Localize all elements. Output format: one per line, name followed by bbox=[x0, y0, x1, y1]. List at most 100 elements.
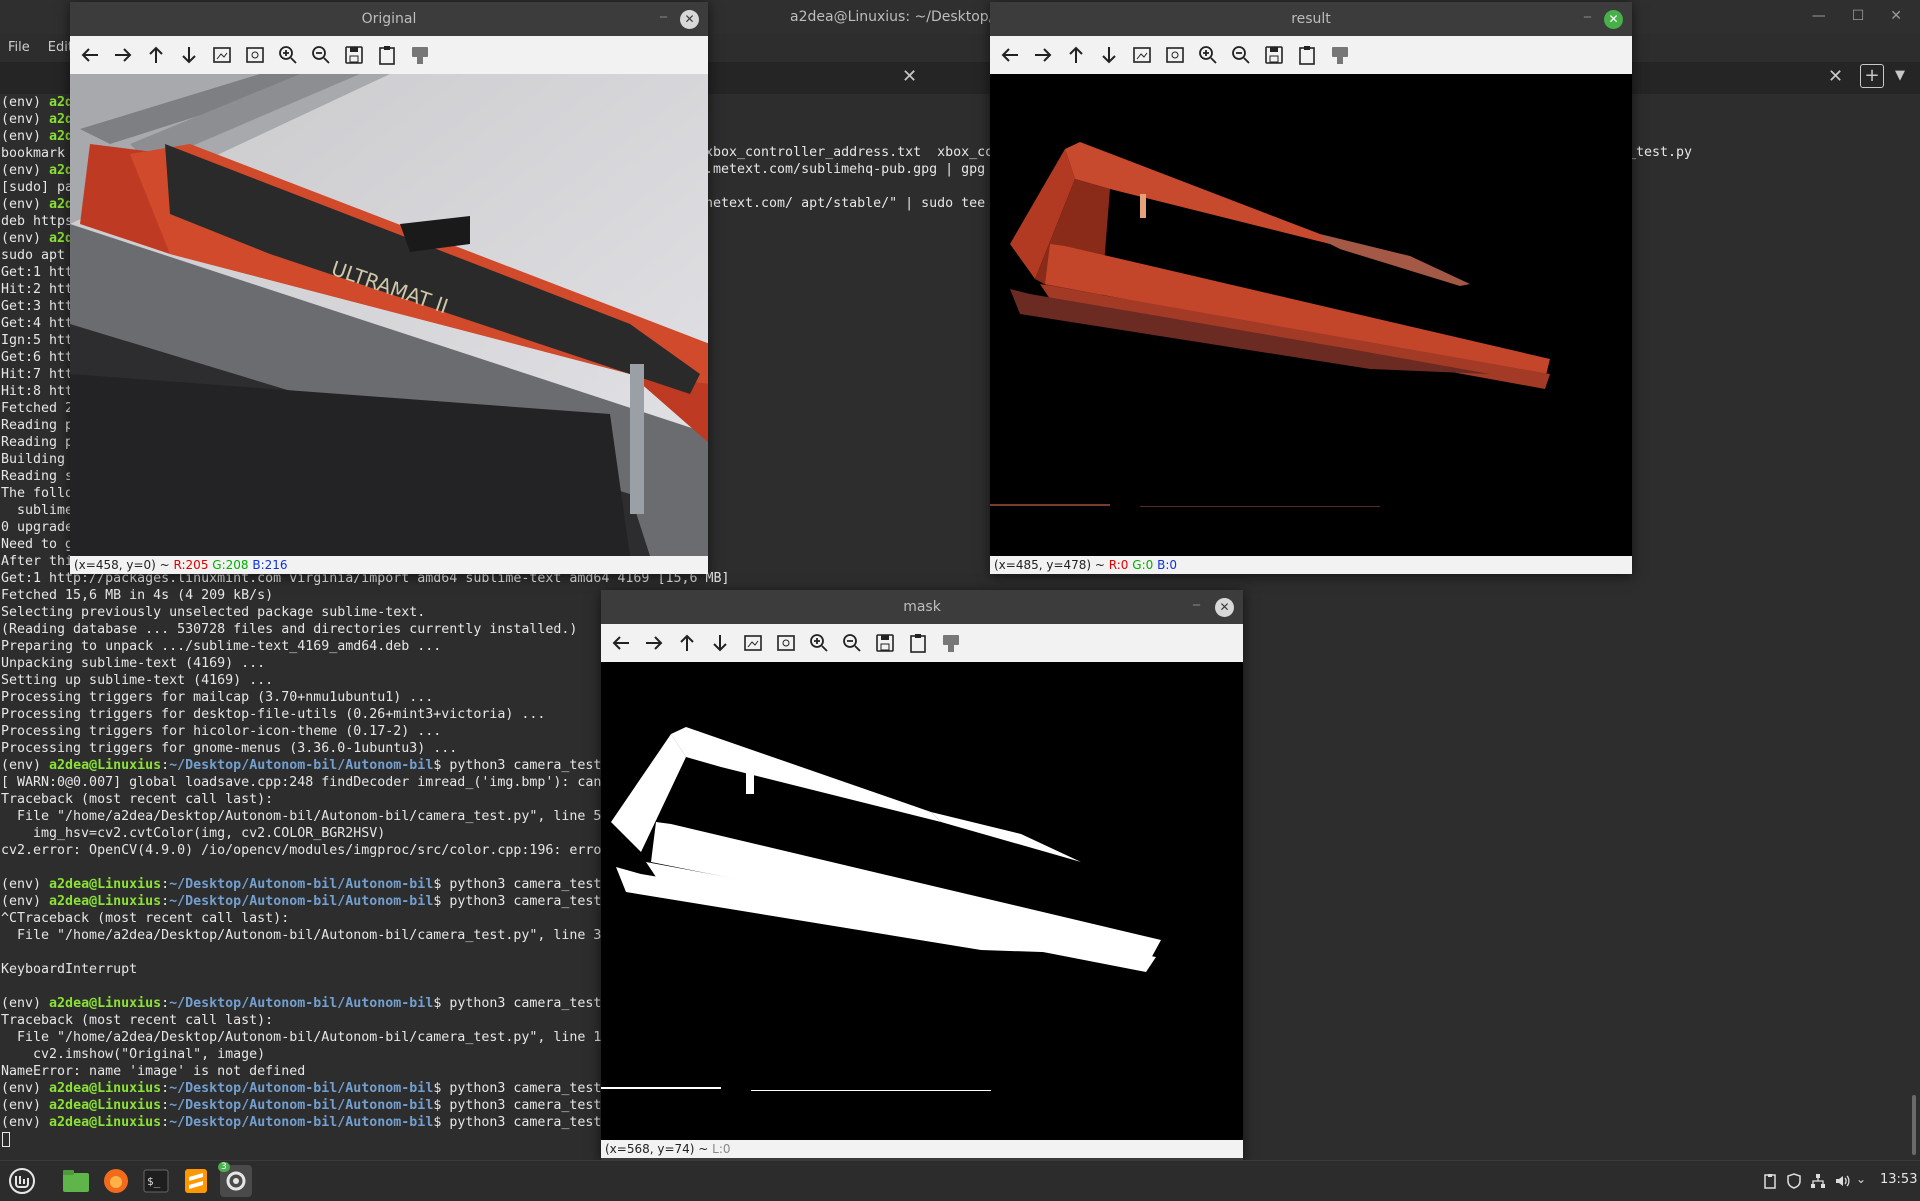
arrow-left-icon[interactable] bbox=[996, 41, 1024, 69]
save-icon[interactable] bbox=[340, 41, 368, 69]
close-icon[interactable]: ✕ bbox=[1215, 598, 1234, 617]
opencv-app-icon[interactable]: 3 bbox=[218, 1162, 252, 1197]
result-statusbar: (x=485, y=478) ~ R:0 G:0 B:0 bbox=[990, 556, 1632, 574]
properties-icon[interactable] bbox=[1326, 41, 1354, 69]
tab-close-icon[interactable]: ✕ bbox=[1828, 66, 1843, 87]
menu-icon[interactable] bbox=[6, 1165, 38, 1197]
terminal-line: (env) a2d bbox=[1, 95, 74, 110]
volume-icon[interactable] bbox=[1834, 1173, 1850, 1189]
original-titlebar[interactable]: Original bbox=[70, 2, 708, 36]
terminal-line: After thi bbox=[1, 554, 74, 569]
terminal-line: (env) a2d bbox=[1, 163, 74, 178]
shield-icon[interactable] bbox=[1786, 1173, 1802, 1189]
terminal-line: sublime bbox=[1, 503, 74, 518]
files-icon[interactable] bbox=[60, 1165, 92, 1197]
close-icon[interactable]: ✕ bbox=[680, 10, 699, 29]
zoom-fit-icon[interactable] bbox=[1128, 41, 1156, 69]
chevron-down-icon[interactable]: ⌄ bbox=[1856, 1172, 1872, 1188]
terminal-line: Reading s bbox=[1, 469, 74, 484]
result-window: result _ ✕ (x=485, y=478) ~ R:0 G:0 B:0 bbox=[990, 2, 1632, 574]
terminal-line: bookmark bbox=[1, 146, 66, 161]
terminal-line: Fetched 2 bbox=[1, 401, 74, 416]
terminal-line: Building bbox=[1, 452, 66, 467]
terminal-window-controls: — ☐ ✕ bbox=[1812, 8, 1902, 24]
terminal-line: Need to g bbox=[1, 537, 74, 552]
zoom-fit-icon[interactable] bbox=[208, 41, 236, 69]
mask-window: mask _ ✕ (x=568, y=74) ~ L:0 bbox=[601, 590, 1243, 1162]
copy-clipboard-icon[interactable] bbox=[904, 629, 932, 657]
terminal-line: Get:1 htt bbox=[1, 265, 74, 280]
terminal-line: Hit:7 htt bbox=[1, 367, 74, 382]
zoom-original-icon[interactable] bbox=[772, 629, 800, 657]
arrow-up-icon[interactable] bbox=[673, 629, 701, 657]
save-icon[interactable] bbox=[871, 629, 899, 657]
sublime-text-icon[interactable] bbox=[180, 1165, 212, 1197]
zoom-out-icon[interactable] bbox=[307, 41, 335, 69]
zoom-out-icon[interactable] bbox=[1227, 41, 1255, 69]
arrow-right-icon[interactable] bbox=[640, 629, 668, 657]
properties-icon[interactable] bbox=[937, 629, 965, 657]
arrow-down-icon[interactable] bbox=[706, 629, 734, 657]
arrow-up-icon[interactable] bbox=[1062, 41, 1090, 69]
terminal-line: Reading p bbox=[1, 418, 74, 433]
tab-close-icon[interactable]: ✕ bbox=[902, 66, 917, 87]
original-title: Original bbox=[361, 11, 417, 27]
terminal-line: (env) a2d bbox=[1, 112, 74, 127]
clock[interactable]: 13:53 bbox=[1880, 1172, 1917, 1187]
result-title: result bbox=[1291, 11, 1331, 27]
zoom-original-icon[interactable] bbox=[241, 41, 269, 69]
zoom-fit-icon[interactable] bbox=[739, 629, 767, 657]
terminal-cursor bbox=[2, 1132, 10, 1147]
save-icon[interactable] bbox=[1260, 41, 1288, 69]
zoom-out-icon[interactable] bbox=[838, 629, 866, 657]
tab-menu-icon[interactable]: ▼ bbox=[1895, 68, 1905, 83]
mask-title: mask bbox=[903, 599, 941, 615]
terminal-ls-fragment: xbox_controller_address.txt xbox_co bbox=[705, 145, 994, 160]
close-icon[interactable]: ✕ bbox=[1604, 10, 1623, 29]
terminal-line: (env) a2d bbox=[1, 197, 74, 212]
arrow-right-icon[interactable] bbox=[109, 41, 137, 69]
mask-image[interactable] bbox=[601, 662, 1243, 1140]
maximize-icon[interactable]: ☐ bbox=[1852, 8, 1865, 24]
terminal-line: (env) a2d bbox=[1, 231, 74, 246]
terminal-line: Get:3 htt bbox=[1, 299, 74, 314]
arrow-right-icon[interactable] bbox=[1029, 41, 1057, 69]
clipboard-icon[interactable] bbox=[1762, 1173, 1778, 1189]
arrow-left-icon[interactable] bbox=[76, 41, 104, 69]
zoom-original-icon[interactable] bbox=[1161, 41, 1189, 69]
menu-file[interactable]: File bbox=[8, 40, 30, 55]
network-icon[interactable] bbox=[1810, 1173, 1826, 1189]
terminal-line: 0 upgrade bbox=[1, 520, 74, 535]
new-tab-icon[interactable]: + bbox=[1860, 64, 1884, 88]
terminal-menubar: File Edit bbox=[0, 34, 73, 60]
original-image[interactable]: ULTRAMAT II bbox=[70, 74, 708, 556]
arrow-down-icon[interactable] bbox=[175, 41, 203, 69]
original-statusbar: (x=458, y=0) ~ R:205 G:208 B:216 bbox=[70, 556, 708, 574]
zoom-in-icon[interactable] bbox=[274, 41, 302, 69]
result-titlebar[interactable]: result bbox=[990, 2, 1632, 36]
copy-clipboard-icon[interactable] bbox=[1293, 41, 1321, 69]
minimize-icon[interactable]: _ bbox=[1193, 590, 1200, 606]
terminal-scrollbar[interactable] bbox=[1912, 1095, 1916, 1155]
minimize-icon[interactable]: _ bbox=[1584, 2, 1591, 18]
arrow-left-icon[interactable] bbox=[607, 629, 635, 657]
minimize-icon[interactable]: — bbox=[1812, 8, 1826, 24]
terminal-line: Hit:8 htt bbox=[1, 384, 74, 399]
zoom-in-icon[interactable] bbox=[805, 629, 833, 657]
properties-icon[interactable] bbox=[406, 41, 434, 69]
result-image[interactable] bbox=[990, 74, 1632, 556]
terminal-line: Ign:5 htt bbox=[1, 333, 74, 348]
original-window: Original _ ✕ ULTRAMAT II (x=458, y=0) ~ … bbox=[70, 2, 708, 574]
arrow-down-icon[interactable] bbox=[1095, 41, 1123, 69]
close-icon[interactable]: ✕ bbox=[1890, 8, 1902, 24]
terminal-line: The follo bbox=[1, 486, 74, 501]
firefox-icon[interactable] bbox=[100, 1165, 132, 1197]
minimize-icon[interactable]: _ bbox=[660, 2, 667, 18]
terminal-line: (env) a2d bbox=[1, 129, 74, 144]
copy-clipboard-icon[interactable] bbox=[373, 41, 401, 69]
arrow-up-icon[interactable] bbox=[142, 41, 170, 69]
terminal-left-lines: (env) a2d (env) a2d (env) a2d bookmark (env)… bbox=[1, 94, 73, 570]
mask-titlebar[interactable]: mask bbox=[601, 590, 1243, 624]
zoom-in-icon[interactable] bbox=[1194, 41, 1222, 69]
terminal-icon[interactable]: $_ bbox=[140, 1165, 172, 1197]
